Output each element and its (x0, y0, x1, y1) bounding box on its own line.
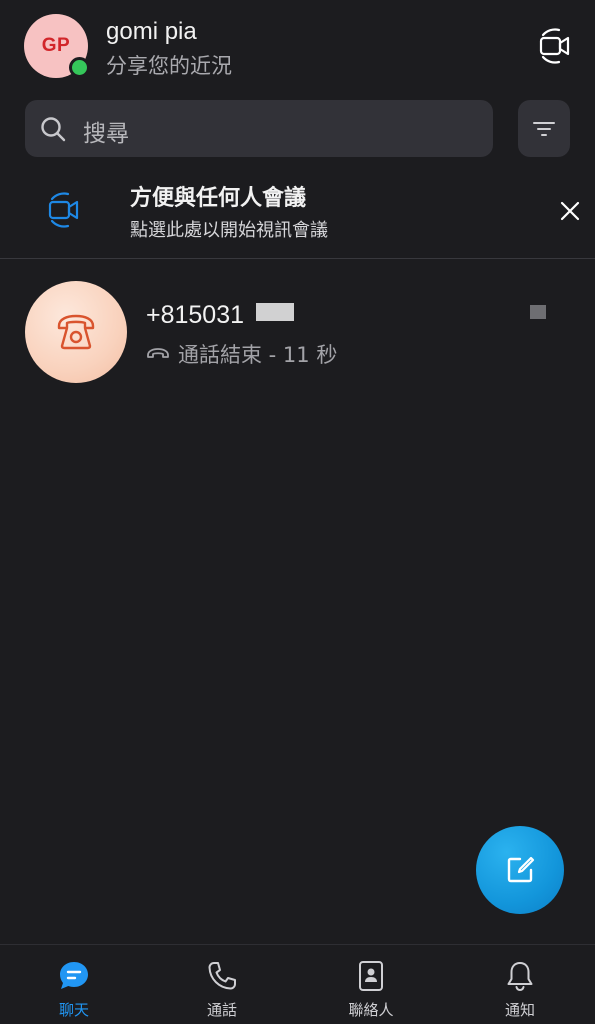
search-bar[interactable]: 搜尋 (25, 100, 493, 157)
redaction-block (530, 305, 546, 319)
profile-avatar[interactable]: GP (24, 14, 90, 78)
nav-item-calls[interactable]: 通話 (148, 945, 296, 1024)
meet-now-icon (539, 28, 570, 64)
filter-icon (533, 121, 555, 136)
filter-button[interactable] (518, 100, 570, 157)
telephone-icon (57, 314, 95, 350)
chat-last-activity: 通話結束 - 11 秒 (146, 339, 337, 369)
nav-label: 通話 (206, 1001, 237, 1019)
phone-icon (208, 962, 236, 990)
banner-title: 方便與任何人會議 (130, 186, 307, 211)
nav-label: 通知 (504, 1001, 535, 1019)
redaction-block (256, 303, 294, 321)
meet-now-banner[interactable]: 方便與任何人會議 點選此處以開始視訊會議 (0, 170, 595, 259)
chat-icon (60, 962, 88, 989)
new-chat-button[interactable] (476, 826, 564, 914)
skype-chats-screen: GP gomi pia 分享您的近況 搜尋 方便與任何人會議 點選此處以開始視訊… (0, 0, 595, 1024)
nav-label: 聊天 (58, 1001, 89, 1019)
user-name[interactable]: gomi pia (106, 18, 197, 46)
avatar-initials: GP (41, 35, 71, 56)
chat-list-item[interactable]: +815031 通話結束 - 11 秒 (0, 275, 595, 390)
chat-title: +815031 (146, 301, 245, 329)
meet-now-icon (48, 192, 79, 228)
nav-item-chats[interactable]: 聊天 (0, 945, 148, 1024)
presence-online-indicator (69, 57, 90, 78)
bell-icon (507, 962, 533, 992)
bottom-navigation: 聊天 通話 聯絡人 通知 (0, 944, 595, 1024)
mood-message[interactable]: 分享您的近況 (106, 50, 232, 80)
banner-subtitle: 點選此處以開始視訊會議 (130, 220, 328, 241)
close-icon[interactable] (559, 200, 581, 222)
search-placeholder: 搜尋 (83, 121, 129, 147)
nav-label: 聯絡人 (348, 1001, 394, 1019)
chat-subtitle: 通話結束 - 11 秒 (178, 343, 338, 367)
contacts-icon (359, 961, 383, 991)
search-icon (41, 117, 66, 142)
chat-avatar (25, 281, 127, 383)
meet-now-button[interactable] (537, 26, 573, 66)
nav-item-notifications[interactable]: 通知 (446, 945, 594, 1024)
nav-item-contacts[interactable]: 聯絡人 (297, 945, 445, 1024)
compose-icon (507, 856, 535, 883)
header: GP gomi pia 分享您的近況 (24, 12, 571, 82)
call-end-icon (147, 348, 169, 358)
